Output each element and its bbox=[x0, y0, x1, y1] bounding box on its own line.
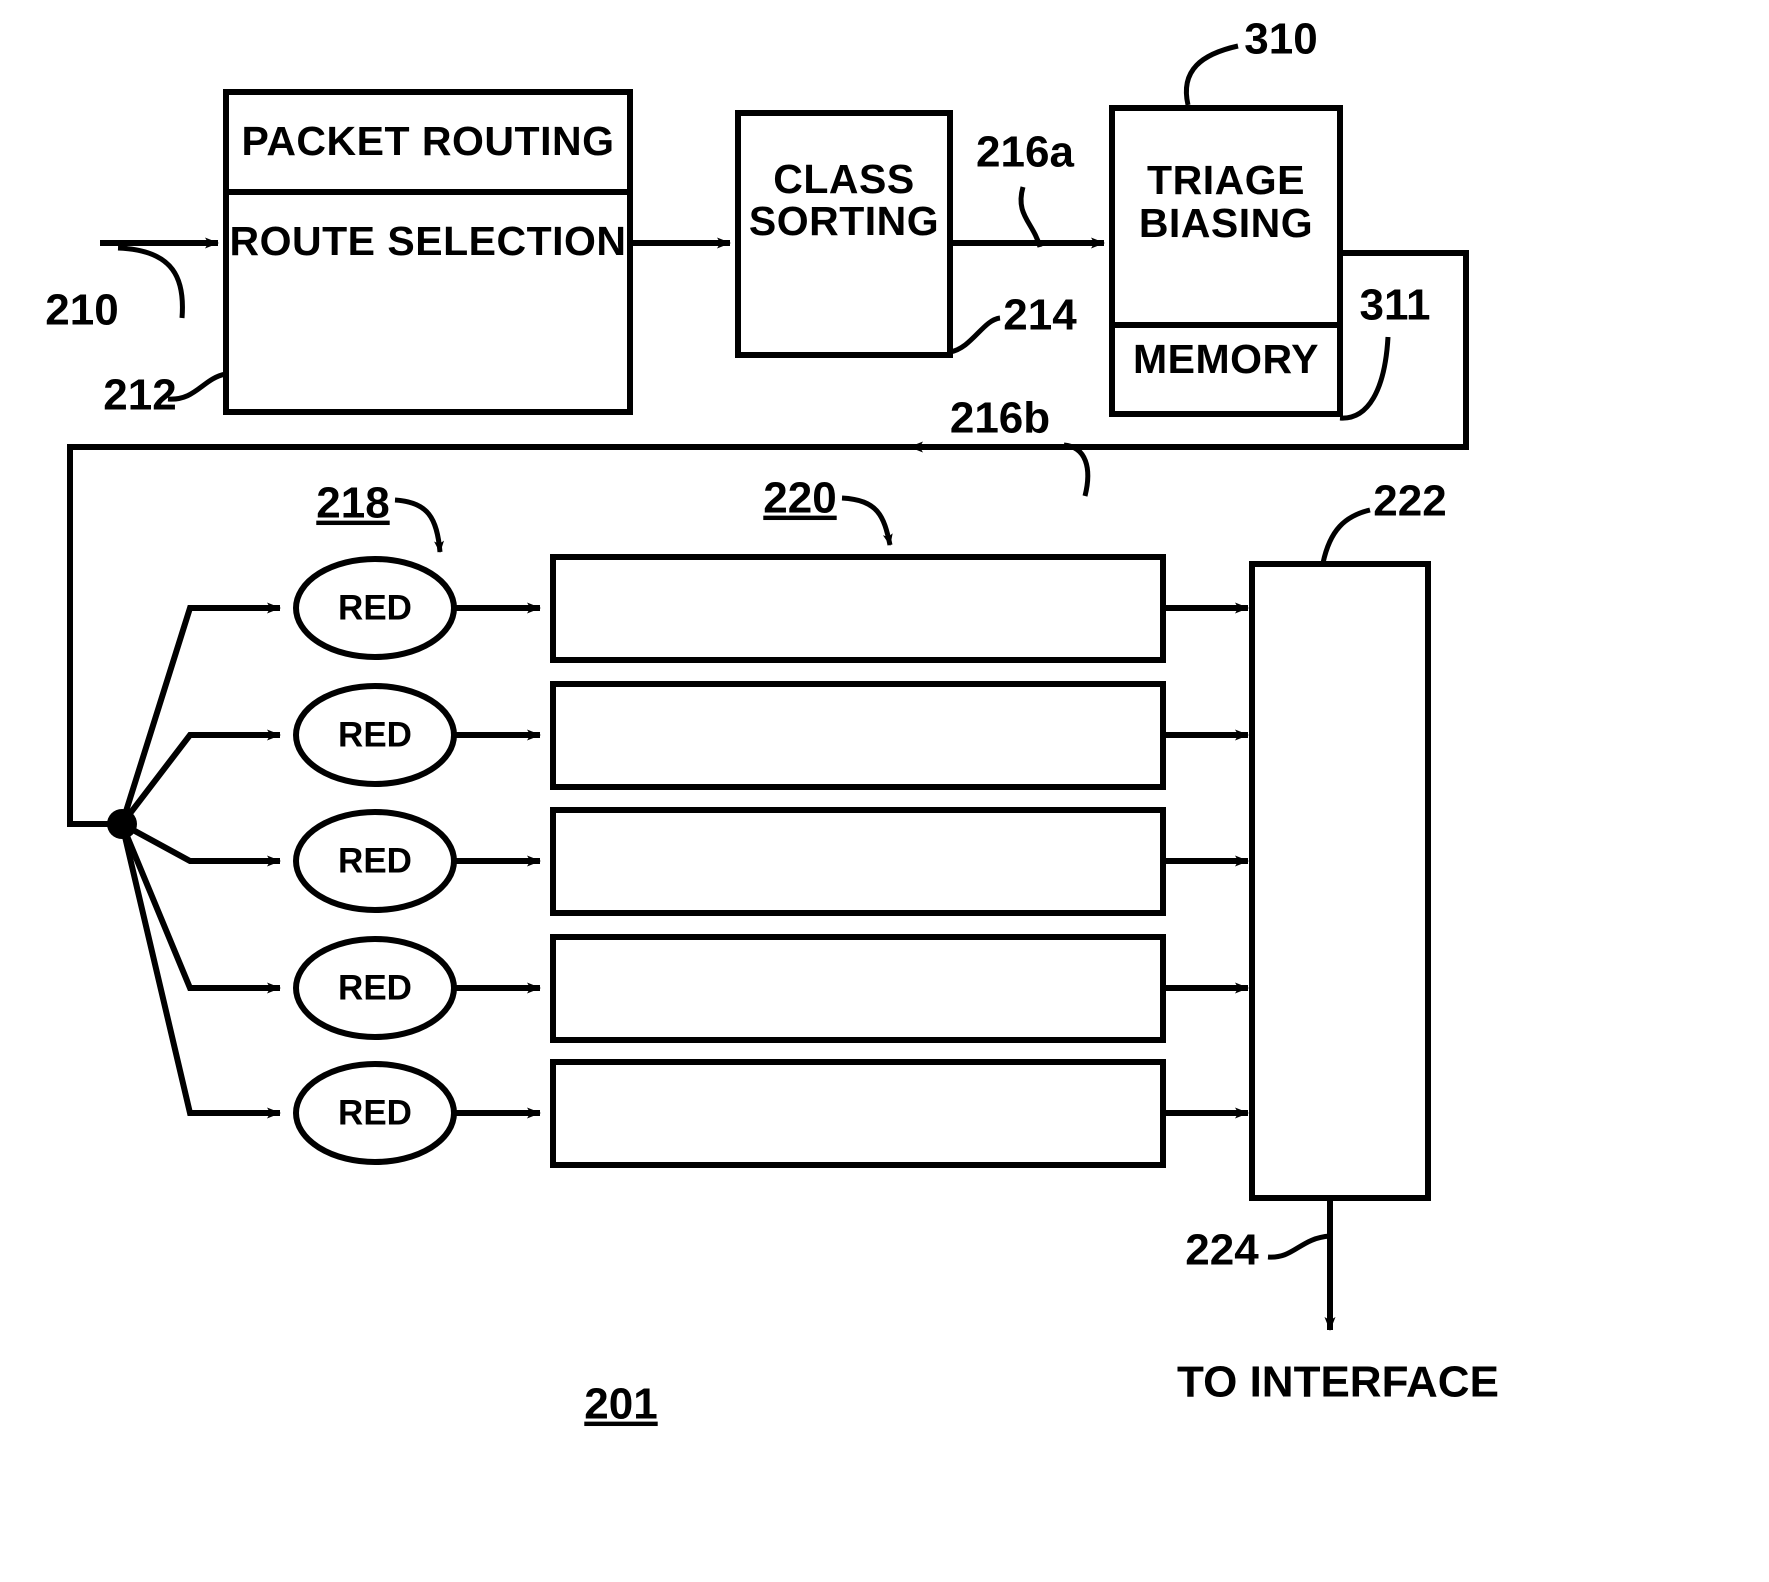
ref-310: 310 bbox=[1244, 15, 1317, 64]
branch-to-red-5 bbox=[119, 823, 281, 1119]
packet-routing-label: PACKET ROUTING bbox=[242, 118, 615, 164]
class-sorting-label-1: CLASS bbox=[773, 156, 914, 202]
ref-210: 210 bbox=[45, 286, 118, 335]
ref-218: 218 bbox=[316, 479, 389, 528]
scheduler-box[interactable] bbox=[1249, 561, 1431, 1201]
ref-224: 224 bbox=[1185, 1226, 1259, 1275]
leader-216b bbox=[1063, 442, 1091, 497]
ref-212: 212 bbox=[103, 371, 176, 420]
leader-310 bbox=[1183, 43, 1239, 106]
memory-label: MEMORY bbox=[1133, 336, 1319, 382]
figure-root: PACKET ROUTING ROUTE SELECTION 210 212 C… bbox=[0, 0, 1769, 1582]
ref-311: 311 bbox=[1360, 281, 1431, 330]
route-selection-label: ROUTE SELECTION bbox=[229, 218, 626, 264]
red-oval-4-label: RED bbox=[338, 968, 412, 1007]
ref-220: 220 bbox=[763, 474, 836, 523]
ref-201: 201 bbox=[584, 1380, 657, 1429]
branch-to-red-3 bbox=[120, 821, 281, 867]
queue-box-2[interactable] bbox=[550, 681, 1166, 790]
red-oval-2-label: RED bbox=[338, 715, 412, 754]
leader-218 bbox=[394, 497, 445, 553]
leader-222 bbox=[1320, 507, 1371, 564]
red-oval-5-label: RED bbox=[338, 1093, 412, 1132]
ref-216a: 216a bbox=[976, 128, 1074, 177]
red-oval-3-label: RED bbox=[338, 841, 412, 880]
triage-biasing-label-2: BIASING bbox=[1139, 200, 1313, 246]
triage-biasing-label-1: TRIAGE bbox=[1147, 157, 1305, 203]
ref-214: 214 bbox=[1003, 291, 1077, 340]
ref-222: 222 bbox=[1373, 477, 1446, 526]
branch-to-red-4 bbox=[119, 822, 281, 994]
leader-210 bbox=[117, 245, 185, 319]
queue-box-5[interactable] bbox=[550, 1059, 1166, 1168]
queue-box-3[interactable] bbox=[550, 807, 1166, 916]
leader-220 bbox=[841, 495, 893, 546]
leader-214 bbox=[949, 315, 1001, 355]
queue-box-1[interactable] bbox=[550, 554, 1166, 663]
ref-216b: 216b bbox=[950, 394, 1050, 443]
to-interface-caption: TO INTERFACE bbox=[1177, 1358, 1499, 1407]
queue-box-4[interactable] bbox=[550, 934, 1166, 1043]
leader-224 bbox=[1267, 1233, 1331, 1260]
leader-216a bbox=[1018, 186, 1043, 248]
block-diagram-svg: PACKET ROUTING ROUTE SELECTION 210 212 C… bbox=[45, 15, 1499, 1429]
leader-311 bbox=[1339, 336, 1391, 421]
class-sorting-label-2: SORTING bbox=[749, 198, 939, 244]
red-oval-1-label: RED bbox=[338, 588, 412, 627]
